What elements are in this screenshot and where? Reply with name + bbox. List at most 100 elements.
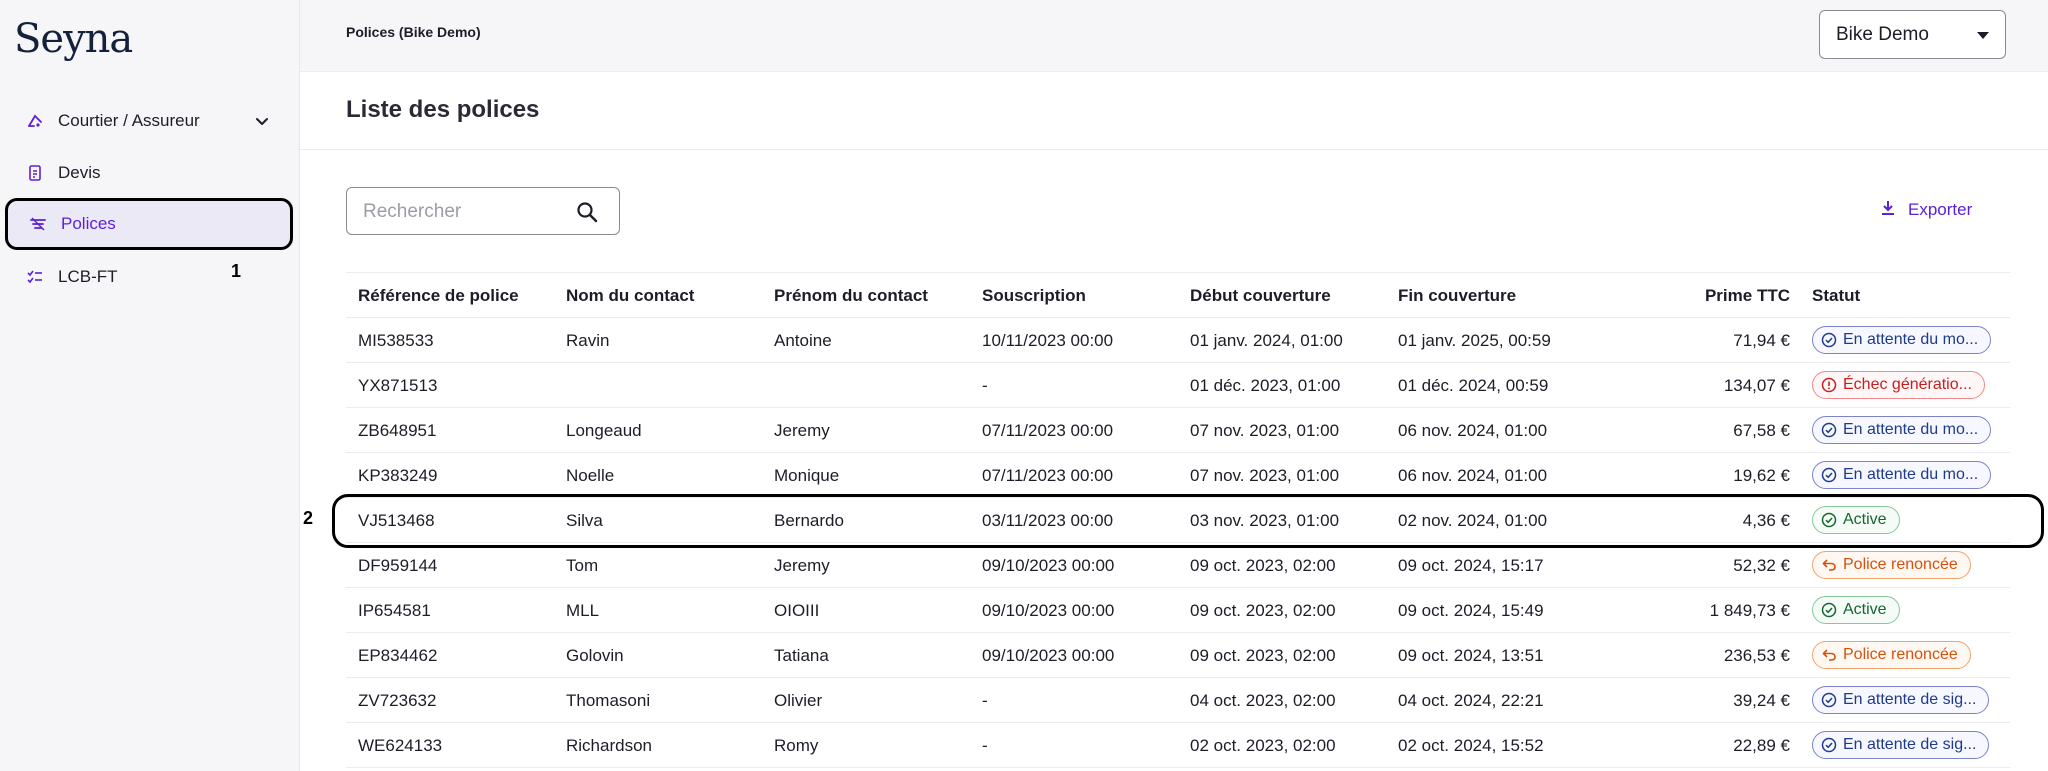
status-cell: Échec génératio... (1812, 363, 2006, 408)
coverage-start-cell: 09 oct. 2023, 02:00 (1190, 601, 1336, 620)
sidebar-item-polices[interactable]: Polices (5, 198, 293, 250)
annotation-marker-2: 2 (303, 508, 314, 528)
status-cell: Active (1812, 498, 2006, 543)
policy-reference-cell: WE624133 (358, 736, 443, 755)
status-label: Police renoncée (1843, 646, 1958, 663)
workspace-select-value: Bike Demo (1836, 23, 1929, 45)
coverage-end-cell: 04 oct. 2024, 22:21 (1398, 691, 1544, 710)
search-box[interactable] (346, 187, 620, 235)
undo-icon (1821, 557, 1837, 573)
contact-first-name-cell: Tatiana (774, 646, 829, 665)
subscription-date-cell: 03/11/2023 00:00 (982, 511, 1114, 530)
coverage-start-cell: 07 nov. 2023, 01:00 (1190, 466, 1340, 485)
search-input[interactable] (363, 200, 563, 224)
table-row[interactable]: ZV723632 Thomasoni Olivier - 04 oct. 2023, 0… (346, 678, 2010, 723)
clock-check-icon (1821, 692, 1837, 708)
coverage-end-cell: 01 déc. 2024, 00:59 (1398, 376, 1549, 395)
contact-last-name-cell: Tom (566, 556, 599, 575)
coverage-end-cell: 01 janv. 2025, 00:59 (1398, 331, 1551, 350)
table-row[interactable]: EP834462 Golovin Tatiana 09/10/2023 00:00 09… (346, 633, 2010, 678)
subscription-date-cell: 10/11/2023 00:00 (982, 331, 1114, 350)
coverage-end-cell: 09 oct. 2024, 15:17 (1398, 556, 1544, 575)
column-header[interactable]: Référence de police (358, 273, 558, 319)
table-row[interactable]: WE624133 Richardson Romy - 02 oct. 2023, 02:… (346, 723, 2010, 768)
search-icon[interactable] (575, 200, 599, 224)
table-row[interactable]: ZB648951 Longeaud Jeremy 07/11/2023 00:00 07… (346, 408, 2010, 453)
coverage-end-cell: 02 oct. 2024, 15:52 (1398, 736, 1544, 755)
subscription-date-cell: 09/10/2023 00:00 (982, 556, 1115, 575)
sidebar-item-courtier-assureur[interactable]: Courtier / Assureur (0, 95, 300, 147)
clock-check-icon (1821, 422, 1837, 438)
status-cell: En attente du mo... (1812, 453, 2006, 498)
policy-reference-cell: YX871513 (358, 376, 438, 395)
subscription-date-cell: - (982, 736, 988, 755)
policy-reference-cell: EP834462 (358, 646, 438, 665)
contact-last-name-cell (566, 363, 766, 408)
sidebar-item-label: Devis (58, 163, 101, 182)
subscription-date-cell: 09/10/2023 00:00 (982, 646, 1115, 665)
policy-reference-cell: VJ513468 (358, 511, 435, 530)
status-cell: Active (1812, 588, 2006, 633)
policy-reference-cell: KP383249 (358, 466, 438, 485)
contact-first-name-cell: Bernardo (774, 511, 844, 530)
coverage-end-cell: 06 nov. 2024, 01:00 (1398, 466, 1548, 485)
contact-last-name-cell: Noelle (566, 466, 615, 485)
caret-down-icon (1977, 32, 1989, 39)
status-cell: Police renoncée (1812, 543, 2006, 588)
subscription-date-cell: 07/11/2023 00:00 (982, 466, 1114, 485)
column-header[interactable]: Statut (1812, 273, 2006, 319)
coverage-start-cell: 07 nov. 2023, 01:00 (1190, 421, 1340, 440)
status-badge: En attente du mo... (1812, 326, 1992, 354)
table-row[interactable]: MI538533 Ravin Antoine 10/11/2023 00:00 01 j… (346, 318, 2010, 363)
workspace-select[interactable]: Bike Demo (1819, 10, 2006, 59)
subscription-date-cell: - (982, 376, 988, 395)
table-row[interactable]: YX871513 - 01 déc. 2023, 01:00 01 déc. 2024… (346, 363, 2010, 408)
status-badge: En attente du mo... (1812, 461, 1992, 489)
premium-ttc-cell: 52,32 € (1733, 556, 1790, 575)
premium-ttc-cell: 236,53 € (1723, 646, 1790, 665)
column-header[interactable]: Fin couverture (1398, 273, 1618, 319)
table-row[interactable]: KP383249 Noelle Monique 07/11/2023 00:00 07 … (346, 453, 2010, 498)
annotation-marker-1: 1 (231, 261, 242, 281)
subscription-date-cell: - (982, 691, 988, 710)
clock-check-icon (1821, 467, 1837, 483)
status-cell: Police renoncée (1812, 633, 2006, 678)
checklist-icon (26, 268, 44, 286)
coverage-end-cell: 09 oct. 2024, 13:51 (1398, 646, 1544, 665)
column-header[interactable]: Début couverture (1190, 273, 1390, 319)
coverage-start-cell: 09 oct. 2023, 02:00 (1190, 556, 1336, 575)
column-header[interactable]: Prénom du contact (774, 273, 974, 319)
status-badge: Échec génératio... (1812, 371, 1985, 399)
column-header[interactable]: Souscription (982, 273, 1182, 319)
column-header[interactable]: Nom du contact (566, 273, 766, 319)
coverage-end-cell: 06 nov. 2024, 01:00 (1398, 421, 1548, 440)
status-cell: En attente du mo... (1812, 318, 2006, 363)
sidebar-item-devis[interactable]: Devis (0, 147, 300, 199)
app-logo[interactable]: Seyna (14, 16, 133, 62)
status-badge: En attente de sig... (1812, 686, 1990, 714)
coverage-start-cell: 04 oct. 2023, 02:00 (1190, 691, 1336, 710)
status-label: En attente du mo... (1843, 466, 1979, 483)
premium-ttc-cell: 1 849,73 € (1709, 601, 1790, 620)
column-header[interactable]: Prime TTC (1636, 273, 1790, 319)
premium-ttc-cell: 22,89 € (1733, 736, 1790, 755)
premium-ttc-cell: 39,24 € (1733, 691, 1790, 710)
chevron-down-icon[interactable] (254, 113, 270, 129)
contact-first-name-cell: Romy (774, 736, 819, 755)
status-badge: En attente de sig... (1812, 731, 1990, 759)
status-label: En attente du mo... (1843, 421, 1979, 438)
table-row[interactable]: DF959144 Tom Jeremy 09/10/2023 00:00 09 oct.… (346, 543, 2010, 588)
status-cell: En attente de sig... (1812, 678, 2006, 723)
status-label: Active (1843, 601, 1887, 618)
clock-check-icon (1821, 332, 1837, 348)
export-button[interactable]: Exporter (1878, 198, 1972, 222)
table-row[interactable]: IP654581 MLL OIOIII 09/10/2023 00:00 09 oct.… (346, 588, 2010, 633)
coverage-end-cell: 09 oct. 2024, 15:49 (1398, 601, 1544, 620)
table-row[interactable]: VJ513468 Silva Bernardo 03/11/2023 00:00 03 … (346, 498, 2010, 543)
policy-reference-cell: MI538533 (358, 331, 434, 350)
coverage-start-cell: 01 déc. 2023, 01:00 (1190, 376, 1341, 395)
status-label: En attente de sig... (1843, 691, 1977, 708)
sidebar-item-label: LCB-FT (58, 267, 118, 286)
sidebar-item-lcb-ft[interactable]: LCB-FT (0, 251, 300, 303)
page-title: Liste des polices (346, 96, 540, 123)
